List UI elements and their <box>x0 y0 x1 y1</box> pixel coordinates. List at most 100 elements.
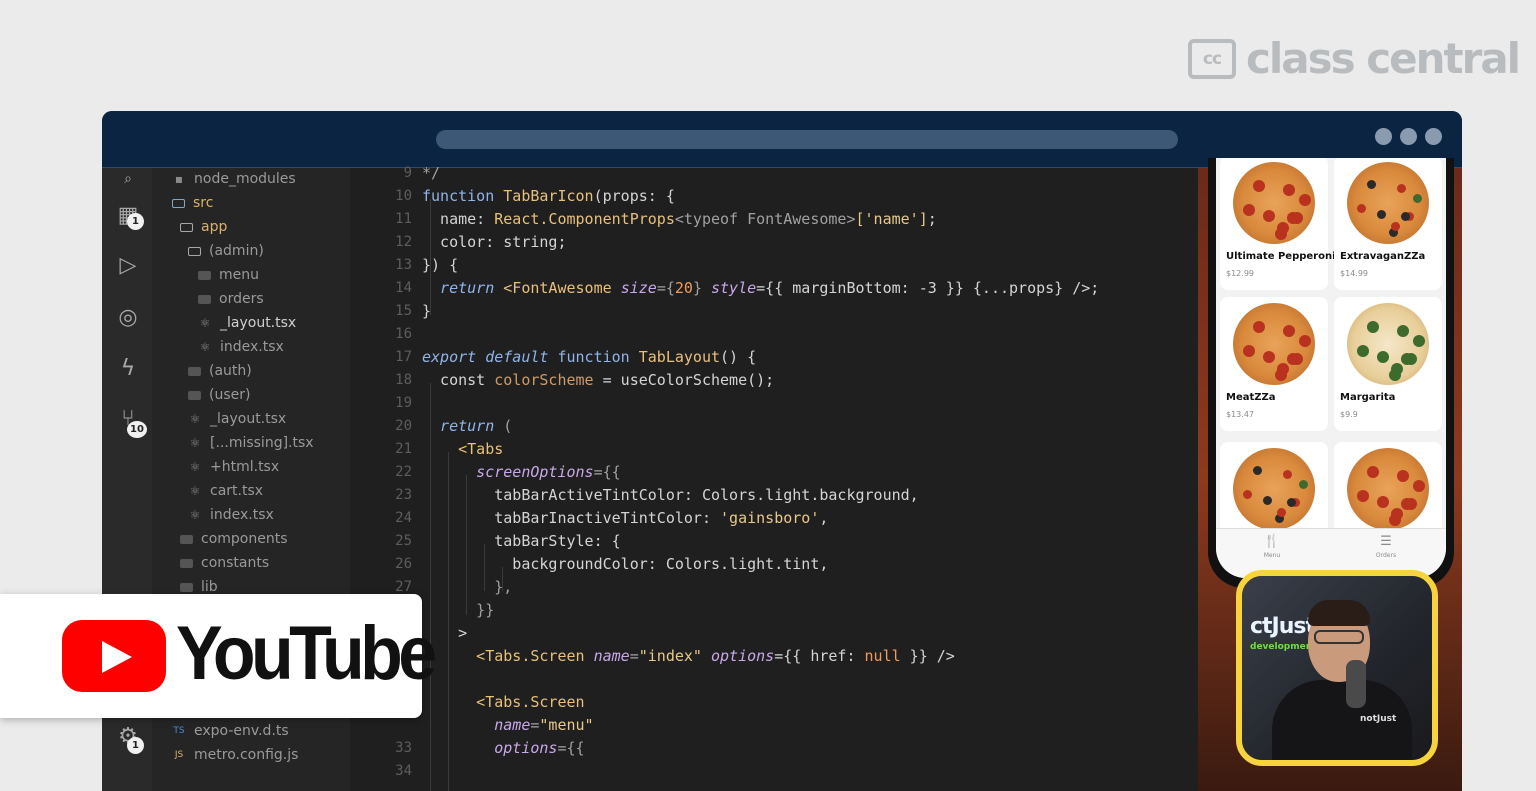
tree-item-label: app <box>201 219 228 235</box>
folder-icon <box>188 366 201 376</box>
tree-item-cart[interactable]: ⚛ cart.tsx <box>188 480 263 502</box>
code-line-22: screenOptions={{ <box>422 461 621 484</box>
tree-item-metro-config[interactable]: JS metro.config.js <box>172 744 299 766</box>
code-token: 20 <box>674 279 693 297</box>
tree-item-html[interactable]: ⚛ +html.tsx <box>188 456 280 478</box>
pizza-image <box>1347 162 1429 244</box>
code-editor[interactable]: 9101112131415161718192021222324252627282… <box>360 164 1297 791</box>
code-token: colorScheme <box>494 371 594 389</box>
tree-item-node-modules[interactable]: ▪ node_modules <box>172 168 296 190</box>
code-token: const <box>422 371 495 389</box>
tree-item-label: (admin) <box>209 243 264 259</box>
tree-item-label: node_modules <box>194 171 296 187</box>
code-line-28: }} <box>422 599 494 622</box>
tab-menu[interactable]: 🍴 Menu <box>1242 535 1302 560</box>
code-line-27: }, <box>422 576 512 599</box>
neon-sign: ctJust <box>1250 614 1316 639</box>
pizza-image <box>1347 448 1429 530</box>
tree-item-src[interactable]: src <box>172 192 213 214</box>
tree-item-app-layout[interactable]: ⚛ _layout.tsx <box>188 408 287 430</box>
tree-item-label: _layout.tsx <box>220 315 297 331</box>
tree-item-label: +html.tsx <box>210 459 280 475</box>
tree-item-components[interactable]: components <box>180 528 288 550</box>
line-number: 25 <box>395 533 412 549</box>
tree-item-label: components <box>201 531 288 547</box>
tree-item-label: cart.tsx <box>210 483 264 499</box>
code-line-25: tabBarStyle: { <box>422 530 620 553</box>
window-dot-3[interactable] <box>1425 128 1442 145</box>
code-token: } <box>422 302 432 320</box>
product-name: Ultimate Pepperoni <box>1226 251 1336 262</box>
tree-item-label: expo-env.d.ts <box>194 723 289 739</box>
code-token: "index" <box>638 647 702 665</box>
tree-item-admin-layout[interactable]: ⚛ _layout.tsx <box>198 312 297 334</box>
pizza-image <box>1233 448 1315 530</box>
tab-orders[interactable]: ☰ Orders <box>1356 534 1416 560</box>
tab-label: Orders <box>1375 552 1397 559</box>
line-number: 10 <box>395 188 412 204</box>
settings-badge: 1 <box>127 737 144 754</box>
window-dot-2[interactable] <box>1400 128 1417 145</box>
tree-item-expo-env[interactable]: TS expo-env.d.ts <box>172 720 289 742</box>
line-number: 33 <box>395 740 412 756</box>
product-card[interactable]: ExtravaganZZa $14.99 <box>1334 158 1442 290</box>
code-area[interactable]: */ function TabBarIcon(props: { name: Re… <box>422 164 1099 757</box>
presenter-glasses <box>1314 630 1364 644</box>
product-card[interactable]: Ultimate Pepperoni $12.99 <box>1220 158 1336 290</box>
code-token: "menu" <box>539 716 594 734</box>
neon-sign-sub: development <box>1250 642 1317 652</box>
class-central-wordmark: class central <box>1246 34 1521 83</box>
product-name: MeatZZa <box>1226 392 1276 403</box>
pizza-image <box>1347 303 1429 385</box>
tree-item-auth[interactable]: (auth) <box>188 360 252 382</box>
code-token: ={{ <box>593 463 621 481</box>
line-number: 23 <box>395 487 412 503</box>
tree-item-admin-index[interactable]: ⚛ index.tsx <box>198 336 284 358</box>
code-token: function <box>422 187 495 205</box>
code-token: <Tabs <box>422 440 504 458</box>
line-number: 22 <box>395 464 412 480</box>
line-number: 26 <box>395 556 412 572</box>
folder-open-icon <box>172 198 185 208</box>
tree-item-missing[interactable]: ⚛ [...missing].tsx <box>188 432 314 454</box>
react-icon: ⚛ <box>189 484 201 498</box>
tree-item-constants[interactable]: constants <box>180 552 269 574</box>
product-name: ExtravaganZZa <box>1340 251 1426 262</box>
tree-item-app-index[interactable]: ⚛ index.tsx <box>188 504 274 526</box>
tree-item-orders[interactable]: orders <box>198 288 264 310</box>
code-token: ={ <box>656 279 675 297</box>
code-token: name <box>422 716 531 734</box>
window-dot-1[interactable] <box>1375 128 1392 145</box>
code-token: null <box>864 647 901 665</box>
code-token: tabBarInactiveTintColor: <box>422 509 721 527</box>
tree-item-user[interactable]: (user) <box>188 384 250 406</box>
code-token: <Tabs.Screen <box>422 693 585 711</box>
code-token: }} <box>422 601 495 619</box>
code-token: ={{ marginBottom: -3 }} {...props} />; <box>756 279 1100 297</box>
code-line-15: } <box>422 300 431 323</box>
code-token: }} /> <box>900 647 955 665</box>
code-comment: */ <box>422 164 441 182</box>
search-icon[interactable]: ⌕ <box>115 166 141 192</box>
code-line-33: options={{ <box>422 737 584 760</box>
run-debug-icon[interactable]: ▷ <box>115 253 141 279</box>
tree-item-label: _layout.tsx <box>210 411 287 427</box>
source-control-badge: 10 <box>127 421 147 438</box>
code-line-23: tabBarActiveTintColor: Colors.light.back… <box>422 484 918 507</box>
line-number: 18 <box>395 372 412 388</box>
address-bar[interactable] <box>436 130 1178 149</box>
product-card[interactable]: MeatZZa $13.47 <box>1220 297 1328 431</box>
folder-icon <box>180 534 193 544</box>
code-token: options <box>422 739 558 757</box>
tree-item-app[interactable]: app <box>180 216 227 238</box>
lightning-icon[interactable]: ϟ <box>115 356 141 382</box>
folder-icon <box>188 390 201 400</box>
list-icon: ☰ <box>1380 534 1392 549</box>
code-token: options <box>711 647 775 665</box>
product-card[interactable]: Margarita $9.9 <box>1334 297 1442 431</box>
tree-item-admin[interactable]: (admin) <box>188 240 264 262</box>
code-token: ( <box>494 417 513 435</box>
remote-explorer-icon[interactable]: ◎ <box>115 305 141 331</box>
code-token: name <box>593 647 630 665</box>
tree-item-menu[interactable]: menu <box>198 264 259 286</box>
